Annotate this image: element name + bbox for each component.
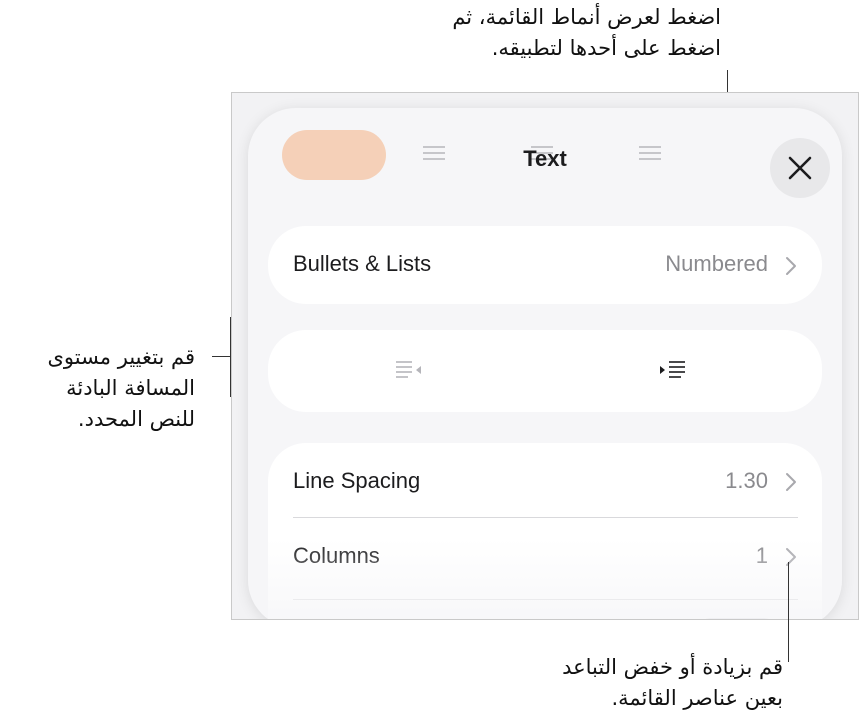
indent-controls — [268, 330, 822, 412]
callout-line: قم بتغيير مستوى — [47, 345, 195, 369]
bullets-lists-value: Numbered — [665, 251, 768, 276]
toggle-switch-partial — [700, 618, 774, 619]
line-spacing-value: 1.30 — [725, 468, 768, 493]
decrease-indent-button[interactable] — [392, 356, 432, 386]
callout-line: اضغط على أحدها لتطبيقه. — [491, 36, 721, 60]
close-icon — [788, 156, 812, 180]
bullets-lists-row[interactable]: Bullets & Lists Numbered — [268, 226, 822, 304]
columns-label: Columns — [293, 543, 380, 568]
line-spacing-row[interactable]: Line Spacing 1.30 — [268, 443, 822, 515]
line-spacing-label: Line Spacing — [293, 468, 421, 493]
callout-line: المسافة البادئة — [66, 376, 195, 400]
callout-line: قم بزيادة أو خفض التباعد — [562, 655, 783, 679]
callout-bracket — [212, 356, 230, 357]
columns-value: 1 — [755, 543, 768, 568]
chevron-right-icon — [786, 473, 796, 491]
row-divider — [293, 599, 798, 600]
callout-line: اضغط لعرض أنماط القائمة، ثم — [452, 5, 721, 29]
panel-title: Text — [523, 146, 567, 171]
callout-leader-bottom — [788, 562, 789, 662]
chevron-right-icon — [786, 548, 796, 566]
callout-list-styles: اضغط لعرض أنماط القائمة، ثم اضغط على أحد… — [452, 2, 721, 64]
callout-line: بعين عناصر القائمة. — [611, 686, 783, 710]
bullets-lists-label: Bullets & Lists — [293, 251, 432, 276]
callout-list-spacing: قم بزيادة أو خفض التباعد بعين عناصر القا… — [562, 652, 783, 714]
indent-icon — [660, 361, 685, 378]
callout-line: للنص المحدد. — [77, 407, 195, 431]
text-format-panel: Text Bullets & Lists Numbered Line Spaci… — [248, 108, 842, 619]
close-button[interactable] — [770, 138, 830, 198]
chevron-right-icon — [786, 257, 796, 275]
spacing-settings-group: Line Spacing 1.30 Columns 1 — [268, 443, 822, 619]
outdent-icon — [396, 361, 421, 378]
screenshot-frame: Text Bullets & Lists Numbered Line Spaci… — [231, 92, 859, 620]
callout-indent-level: قم بتغيير مستوى المسافة البادئة للنص الم… — [47, 342, 195, 435]
columns-row[interactable]: Columns 1 — [268, 518, 822, 598]
increase-indent-button[interactable] — [654, 356, 694, 386]
